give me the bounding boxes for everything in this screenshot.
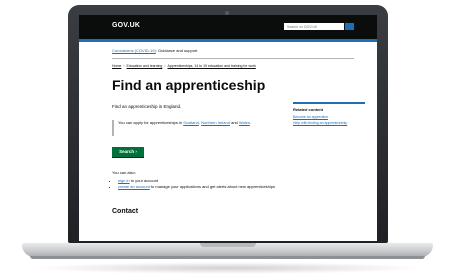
page-title: Find an apprenticeship [112, 77, 266, 93]
covid-banner: Coronavirus (COVID-19): Guidance and sup… [112, 47, 352, 55]
laptop-notch [200, 243, 256, 247]
list-item: create an account to manage your applica… [118, 184, 288, 190]
header-accent-bar [79, 39, 377, 42]
start-search-button[interactable]: Search › [112, 147, 144, 157]
divider [112, 58, 354, 59]
breadcrumb-item-education[interactable]: Education and learning [127, 64, 163, 68]
breadcrumb-item-apprenticeships[interactable]: Apprenticeships, 14 to 19 education and … [168, 64, 256, 68]
contact-heading: Contact [112, 208, 139, 215]
list-item-text: to manage your applications and get aler… [150, 184, 276, 189]
breadcrumb: Home › Education and learning › Apprenticesh… [112, 63, 354, 69]
related-content: Related content Become an apprentice Hel… [293, 102, 365, 126]
laptop-screen: GOV.UK Search on GOV.UK Coronavirus (COV… [79, 15, 377, 241]
laptop-shadow [30, 262, 425, 274]
inset-text: You can apply for apprenticeships in Sco… [112, 120, 252, 136]
site-header: GOV.UK Search on GOV.UK [79, 15, 377, 39]
covid-banner-text: : Guidance and support [155, 48, 198, 53]
breadcrumb-separator-icon: › [123, 64, 125, 68]
scotland-link[interactable]: Scotland [183, 120, 199, 125]
breadcrumb-separator-icon: › [164, 64, 166, 68]
page-lede: Find an apprenticeship in England. [112, 104, 182, 109]
inset-conjunction: and [231, 120, 238, 125]
govuk-logo[interactable]: GOV.UK [112, 22, 140, 29]
also-label: You can also: [112, 170, 136, 175]
search-button[interactable] [345, 23, 354, 30]
related-link-help-finding[interactable]: Help with finding an apprenticeship [293, 120, 365, 126]
wales-link[interactable]: Wales [239, 120, 250, 125]
breadcrumb-item-home[interactable]: Home [112, 64, 121, 68]
related-content-title: Related content [293, 107, 324, 112]
create-account-link[interactable]: create an account [118, 184, 150, 189]
search-input[interactable]: Search on GOV.UK [284, 23, 344, 30]
also-list: sign in to your account create an accoun… [112, 178, 288, 190]
sign-in-link[interactable]: sign in [118, 178, 130, 183]
laptop-base-edge [30, 256, 425, 259]
list-item-text: to your account [130, 178, 159, 183]
covid-banner-link[interactable]: Coronavirus (COVID-19) [112, 48, 156, 53]
inset-text-body: You can apply for apprenticeships in [118, 120, 183, 125]
northern-ireland-link[interactable]: Northern Ireland [201, 120, 230, 125]
